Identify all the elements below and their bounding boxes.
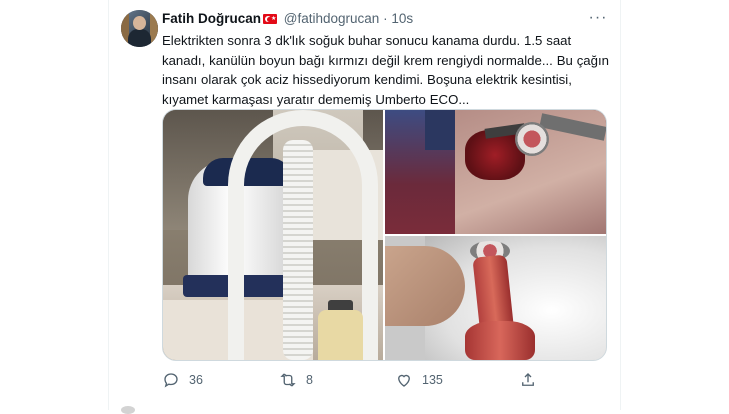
- photo-cannula-sink[interactable]: [385, 236, 606, 360]
- more-options-button[interactable]: ···: [588, 9, 608, 29]
- reply-button[interactable]: 36: [162, 370, 203, 390]
- tweet-text-line: Elektrikten sonra 3 dk'lık soğuk buhar s…: [162, 33, 572, 48]
- author-handle[interactable]: @fatihdogrucan: [284, 11, 380, 26]
- share-button[interactable]: [519, 370, 537, 390]
- tweet-time[interactable]: 10s: [391, 11, 413, 26]
- avatar-bookshelf-right: [150, 10, 158, 47]
- like-button[interactable]: 135: [395, 370, 443, 390]
- avatar-face: [133, 16, 146, 30]
- retweet-count: 8: [306, 373, 313, 387]
- retweet-icon: [280, 373, 296, 387]
- tweet-text-line: insanı olarak çok aciz hissediyorum kend…: [162, 72, 572, 88]
- photo-neck-cannula[interactable]: [385, 110, 606, 234]
- tweet-actions: 36 8 135: [162, 370, 612, 390]
- reply-count: 36: [189, 373, 203, 387]
- tweet-header: Fatih Doğrucan ★ @fatihdogrucan · 10s: [162, 10, 413, 28]
- turkey-flag-icon: ★: [263, 14, 278, 24]
- left-gutter: [0, 0, 109, 410]
- share-icon: [522, 373, 534, 386]
- tweet-text-line: kıyamet karmaşası yaratır dememiş Umbert…: [162, 91, 470, 107]
- retweet-button[interactable]: 8: [279, 370, 313, 390]
- reply-icon: [164, 373, 178, 388]
- avatar-body: [128, 29, 151, 47]
- tweet-text-line: kanadı, kanülün boyun bağı kırmızı değil…: [162, 52, 609, 68]
- media-grid: [162, 109, 607, 361]
- next-tweet-avatar[interactable]: [121, 406, 135, 414]
- photo-steam-machine[interactable]: [163, 110, 383, 360]
- avatar[interactable]: [121, 10, 158, 47]
- like-icon: [398, 374, 410, 387]
- author-name[interactable]: Fatih Doğrucan: [162, 11, 261, 26]
- tweet-text: Elektrikten sonra 3 dk'lık soğuk buhar s…: [162, 31, 612, 109]
- like-count: 135: [422, 373, 443, 387]
- separator-dot: ·: [383, 11, 388, 26]
